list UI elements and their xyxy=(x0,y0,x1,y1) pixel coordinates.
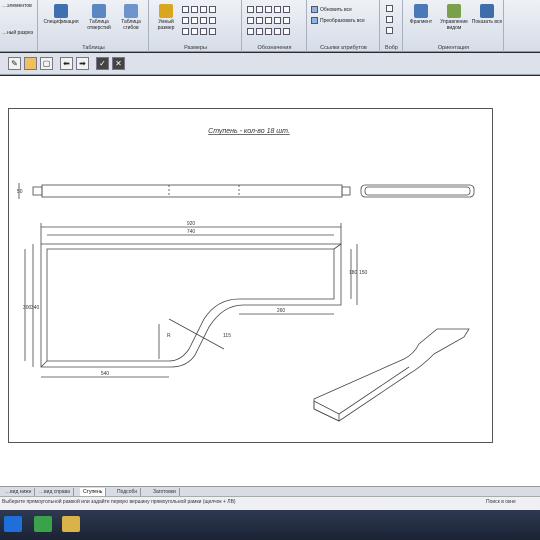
ribbon-group-dimensions: Умный размер Размеры xyxy=(150,0,242,52)
view-control-icon xyxy=(447,4,461,18)
close-icon[interactable]: ✕ xyxy=(112,57,125,70)
windows-taskbar xyxy=(0,510,540,540)
bend-table-button[interactable]: Таблица сгибов xyxy=(115,4,147,31)
vobr-tool-2[interactable] xyxy=(386,16,395,23)
drawing-sheet: Ступень - кол-во 18 шт. 920 740 180 150 … xyxy=(8,108,493,443)
tab-blanks[interactable]: Заготовки xyxy=(150,488,180,496)
check-icon[interactable]: ✓ xyxy=(96,57,109,70)
side-view-bar xyxy=(41,184,343,198)
isometric-step xyxy=(313,328,470,422)
fragment-button[interactable]: Фрагмент xyxy=(406,4,436,25)
hole-table-icon xyxy=(92,4,106,18)
dim-curve-b: 115 xyxy=(223,333,231,339)
ribbon-group-attribute-links: Обновить все Преобразовать все Ссылки ат… xyxy=(308,0,380,52)
ribbon-group-annotations: Обозначения xyxy=(243,0,307,52)
vobr-tool-3[interactable] xyxy=(386,27,395,34)
annotation-tools-row-3[interactable] xyxy=(247,28,292,35)
group-label-vobr: Вобр xyxy=(385,45,398,51)
dim-bottom-right: 260 xyxy=(277,308,286,314)
zoom-all-icon xyxy=(480,4,494,18)
group-label-orientation: Ориентация xyxy=(437,45,470,51)
group-label-dimensions: Размеры xyxy=(184,45,207,51)
sheet-tabs: …вид нижн …вид справа Ступень Подсобн За… xyxy=(0,486,540,496)
dim-right-height-b: 150 xyxy=(359,270,368,276)
dim-left-height-b: 340 xyxy=(31,305,40,311)
hole-table-button[interactable]: Таблица отверстий xyxy=(83,4,115,31)
folder-icon[interactable] xyxy=(62,516,80,532)
convert-all-button[interactable]: Преобразовать все xyxy=(311,17,365,24)
group-label-attribute-links: Ссылки атрибутов xyxy=(320,45,367,51)
square-icon[interactable]: ▢ xyxy=(40,57,53,70)
smart-dimension-button[interactable]: Умный размер xyxy=(153,4,179,31)
ribbon: …элементов …ный разрез Спецификация Табл… xyxy=(0,0,540,52)
tab-step[interactable]: Ступень xyxy=(80,488,107,496)
smart-dimension-label: Умный размер xyxy=(157,19,175,31)
annotation-tools-row-2[interactable] xyxy=(247,17,292,24)
view-control-label: Управление видом xyxy=(440,19,468,31)
convert-all-label: Преобразовать все xyxy=(320,17,365,24)
dimension-tools-row-2[interactable] xyxy=(182,17,218,24)
status-right-text: Поиск в окне xyxy=(486,499,516,505)
status-message: Выберите прямоугольной рамкой или задайт… xyxy=(2,499,236,505)
side-view-right-end xyxy=(341,186,351,196)
drawing-title: Ступень - кол-во 18 шт. xyxy=(208,128,290,135)
tab-right-view[interactable]: …вид справа xyxy=(36,488,74,496)
ribbon-group-orientation: Фрагмент Управление видом Показать все О… xyxy=(404,0,504,52)
side-view-left-end xyxy=(32,186,43,196)
dimension-tools-row-3[interactable] xyxy=(182,28,218,35)
tab-bottom-view[interactable]: …вид нижн xyxy=(2,488,36,496)
bom-button[interactable]: Спецификация xyxy=(41,4,81,25)
show-all-button[interactable]: Показать все xyxy=(471,4,503,25)
ribbon-group-view: …элементов …ный разрез xyxy=(0,0,38,52)
dim-line-curve xyxy=(168,318,225,350)
bom-label: Спецификация xyxy=(43,19,79,25)
vobr-tool-1[interactable] xyxy=(386,5,395,12)
dimension-tools-row-1[interactable] xyxy=(182,6,218,13)
smart-dimension-icon xyxy=(159,4,173,18)
sketch-icon[interactable]: ✎ xyxy=(8,57,21,70)
drawing-svg: Ступень - кол-во 18 шт. 920 740 180 150 … xyxy=(17,128,475,422)
dim-inner-width: 740 xyxy=(187,229,196,235)
app-green-icon[interactable] xyxy=(34,516,52,532)
magnifier-icon xyxy=(414,4,428,18)
ribbon-group-tables: Спецификация Таблица отверстий Таблица с… xyxy=(39,0,149,52)
hole-table-label: Таблица отверстий xyxy=(87,19,111,31)
group-label-annotations: Обозначения xyxy=(257,45,292,51)
quick-toolbar: ✎ ▢ ⬅ ➡ ✓ ✕ xyxy=(0,53,540,75)
dim-bottom-left: 540 xyxy=(101,371,110,377)
dim-right-height-a: 180 xyxy=(349,270,358,276)
update-all-label: Обновить все xyxy=(320,6,352,13)
group-label-tables: Таблицы xyxy=(82,45,105,51)
table-icon xyxy=(54,4,68,18)
ribbon-group-vobr: Вобр xyxy=(381,0,403,52)
status-bar: Выберите прямоугольной рамкой или задайт… xyxy=(0,496,540,510)
annotation-tools-row-1[interactable] xyxy=(247,6,292,13)
update-all-button[interactable]: Обновить все xyxy=(311,6,352,13)
dim-curve-a: R xyxy=(167,333,171,339)
partial-top-label: …элементов xyxy=(2,3,32,9)
arrow-right-icon[interactable]: ➡ xyxy=(76,57,89,70)
drawing-canvas[interactable]: Ступень - кол-во 18 шт. 920 740 180 150 … xyxy=(0,76,540,486)
tab-support[interactable]: Подсобн xyxy=(114,488,142,496)
bend-table-icon xyxy=(124,4,138,18)
bend-table-label: Таблица сгибов xyxy=(121,19,141,31)
dim-left-top: 50 xyxy=(17,189,23,195)
show-all-label: Показать все xyxy=(471,19,503,25)
view-control-button[interactable]: Управление видом xyxy=(438,4,470,31)
section-view-button[interactable]: …ный разрез xyxy=(2,30,33,36)
highlight-icon[interactable] xyxy=(24,57,37,70)
start-icon[interactable] xyxy=(4,516,22,532)
fragment-label: Фрагмент xyxy=(409,19,433,25)
dim-overall-width: 920 xyxy=(187,221,196,227)
arrow-left-icon[interactable]: ⬅ xyxy=(60,57,73,70)
